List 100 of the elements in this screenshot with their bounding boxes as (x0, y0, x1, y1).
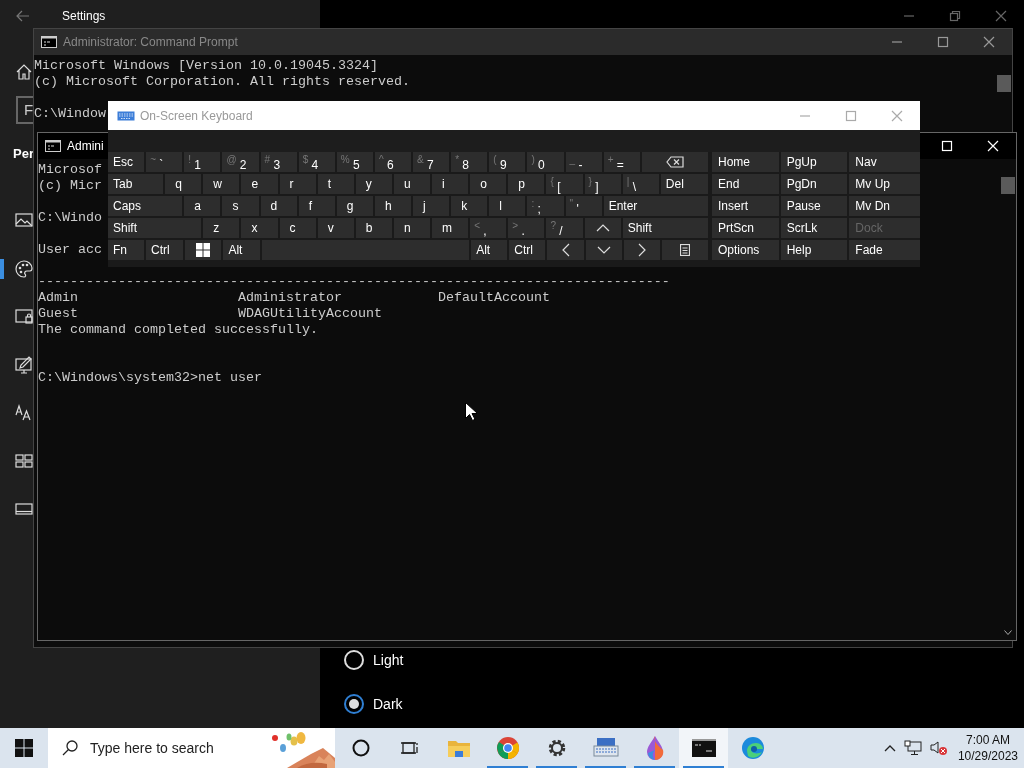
key[interactable]: * 8 (451, 152, 488, 172)
cortana-circle-icon[interactable] (351, 739, 370, 757)
key[interactable]: d (260, 196, 297, 216)
key[interactable]: ? / (546, 218, 583, 238)
task-view-icon[interactable] (400, 739, 419, 757)
key[interactable]: o (470, 174, 507, 194)
key[interactable]: Mv Dn (849, 196, 920, 216)
windows-logo-icon[interactable] (196, 243, 211, 257)
search-field[interactable]: Type here to search (48, 728, 335, 768)
key[interactable]: } ] (584, 174, 621, 194)
key[interactable]: h (374, 196, 411, 216)
key[interactable]: c (279, 218, 316, 238)
backspace-icon[interactable] (665, 156, 684, 168)
key[interactable]: Alt (223, 240, 260, 260)
key[interactable]: e (241, 174, 278, 194)
key[interactable]: i (432, 174, 469, 194)
key[interactable]: ) 0 (527, 152, 564, 172)
scrollbar-thumb[interactable] (1000, 177, 1015, 194)
network-icon[interactable] (903, 740, 922, 756)
key[interactable]: " ' (565, 196, 602, 216)
chevron-left-icon[interactable] (561, 243, 570, 257)
key[interactable]: a (184, 196, 221, 216)
key[interactable]: < , (470, 218, 507, 238)
chevron-down-icon[interactable] (596, 246, 611, 254)
key[interactable]: v (317, 218, 354, 238)
scrollbar-thumb[interactable] (996, 75, 1011, 92)
key[interactable]: Shift (622, 218, 708, 238)
clock[interactable]: 7:00 AM 10/29/2023 (955, 732, 1020, 764)
key[interactable]: Help (780, 240, 848, 260)
key[interactable]: Esc (108, 152, 145, 172)
folder-icon[interactable] (446, 738, 471, 758)
key[interactable]: : ; (527, 196, 564, 216)
key[interactable]: Mv Up (849, 174, 920, 194)
key[interactable]: @ 2 (222, 152, 259, 172)
key[interactable]: Insert (712, 196, 779, 216)
key[interactable]: p (508, 174, 545, 194)
key[interactable]: PrtScn (712, 218, 779, 238)
edge-icon[interactable] (740, 736, 765, 760)
key[interactable]: { [ (546, 174, 583, 194)
key[interactable]: Caps (108, 196, 183, 216)
key[interactable]: n (393, 218, 431, 238)
key[interactable]: & 7 (413, 152, 450, 172)
chrome-icon[interactable] (495, 736, 520, 760)
key[interactable]: PgDn (780, 174, 848, 194)
grid-icon[interactable] (15, 452, 33, 470)
menu-key-icon[interactable] (679, 244, 690, 256)
restore-icon[interactable] (949, 10, 961, 22)
key[interactable]: Del (660, 174, 708, 194)
key[interactable]: w (203, 174, 240, 194)
taskbar-icon[interactable] (15, 500, 33, 518)
key[interactable]: Fade (849, 240, 920, 260)
key[interactable]: | \ (622, 174, 659, 194)
key[interactable]: x (241, 218, 278, 238)
key[interactable]: j (413, 196, 450, 216)
key[interactable]: ~ ` (146, 152, 183, 172)
key[interactable]: m (432, 218, 469, 238)
key[interactable]: l (489, 196, 526, 216)
key[interactable]: Tab (108, 174, 164, 194)
keyboard-icon[interactable] (592, 737, 619, 759)
key[interactable]: End (712, 174, 779, 194)
monitor-brush-icon[interactable] (15, 356, 33, 374)
key[interactable]: + = (603, 152, 640, 172)
key[interactable]: Ctrl (146, 240, 184, 260)
key[interactable]: Nav (849, 152, 920, 172)
key[interactable]: k (451, 196, 488, 216)
key[interactable]: g (336, 196, 373, 216)
key[interactable]: # 3 (260, 152, 297, 172)
key[interactable]: $ 4 (298, 152, 335, 172)
key[interactable]: Shift (108, 218, 202, 238)
chevron-up-icon[interactable] (883, 744, 896, 752)
key[interactable]: Alt (471, 240, 508, 260)
key[interactable]: _ - (565, 152, 602, 172)
taskbar-button[interactable] (679, 728, 728, 768)
key[interactable]: Home (712, 152, 779, 172)
paint-drop-icon[interactable] (644, 735, 665, 761)
back-arrow-icon[interactable] (16, 10, 30, 22)
speaker-muted-icon[interactable] (929, 740, 948, 756)
radio-button[interactable] (344, 694, 364, 714)
chevron-right-icon[interactable] (637, 243, 646, 257)
key[interactable]: b (355, 218, 392, 238)
key[interactable]: t (317, 174, 354, 194)
key[interactable]: PgUp (780, 152, 848, 172)
key[interactable]: u (393, 174, 431, 194)
key[interactable]: r (279, 174, 316, 194)
key[interactable]: y (355, 174, 392, 194)
palette-icon[interactable] (15, 260, 33, 278)
key[interactable]: Pause (780, 196, 848, 216)
key[interactable]: f (298, 196, 335, 216)
picture-icon[interactable] (15, 212, 33, 230)
font-icon[interactable] (15, 404, 33, 422)
lock-screen-icon[interactable] (15, 308, 33, 326)
key[interactable]: s (222, 196, 259, 216)
key[interactable]: ( 9 (489, 152, 526, 172)
key[interactable]: ! 1 (184, 152, 221, 172)
key[interactable]: Fn (108, 240, 145, 260)
home-icon[interactable] (16, 64, 32, 80)
key[interactable]: z (203, 218, 240, 238)
key[interactable]: ScrLk (780, 218, 848, 238)
key[interactable]: Options (712, 240, 779, 260)
key[interactable]: q (165, 174, 202, 194)
